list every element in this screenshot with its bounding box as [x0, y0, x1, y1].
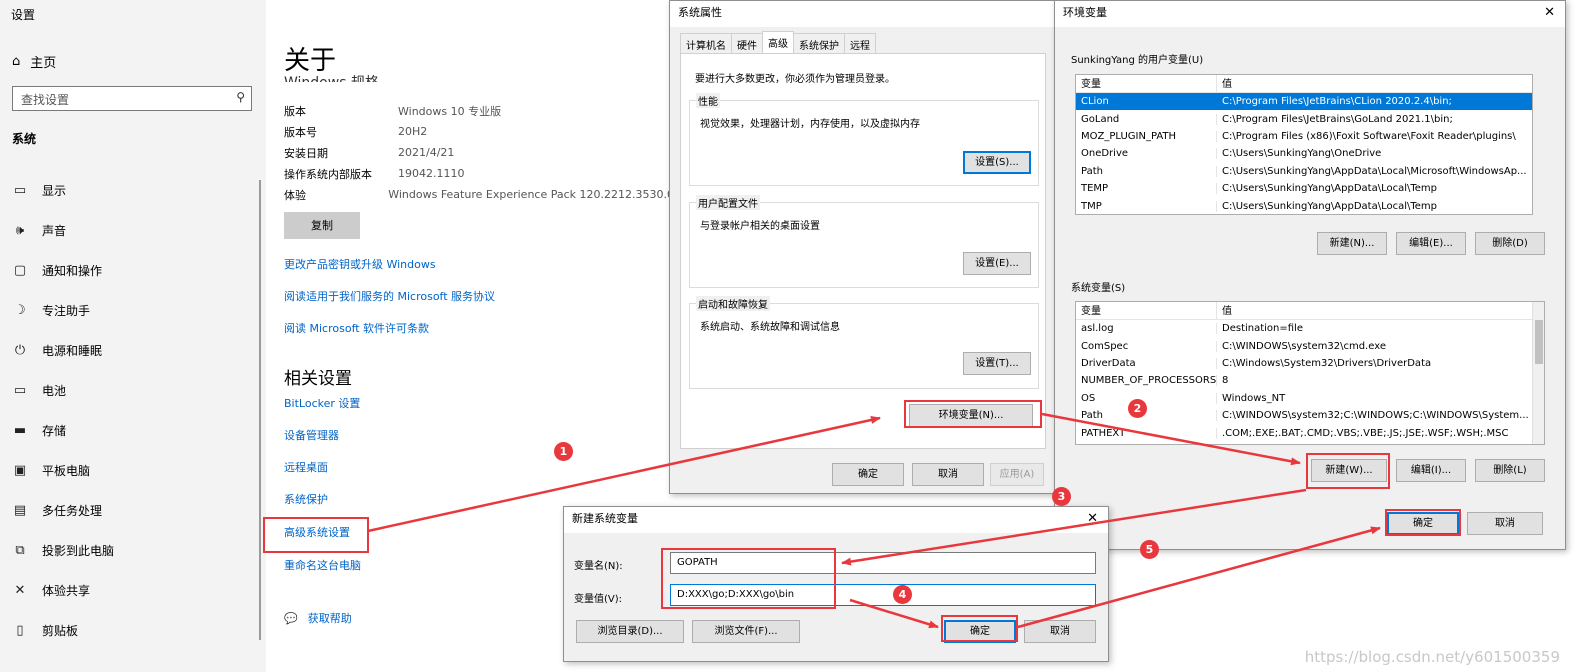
arrow-step1: [367, 416, 881, 533]
watermark: https://blog.csdn.net/y601500359: [1304, 648, 1560, 666]
arrow-step4: [849, 598, 939, 629]
arrow-step3: [841, 488, 1307, 566]
step-marker-2: 2: [1128, 399, 1147, 418]
arrow-step2: [1041, 412, 1301, 466]
step-marker-4: 4: [893, 585, 912, 604]
step-marker-1: 1: [554, 442, 573, 461]
step-marker-5: 5: [1140, 540, 1159, 559]
step-marker-3: 3: [1052, 487, 1071, 506]
annotation-arrows: [367, 412, 1381, 629]
arrow-step5: [1017, 526, 1381, 629]
